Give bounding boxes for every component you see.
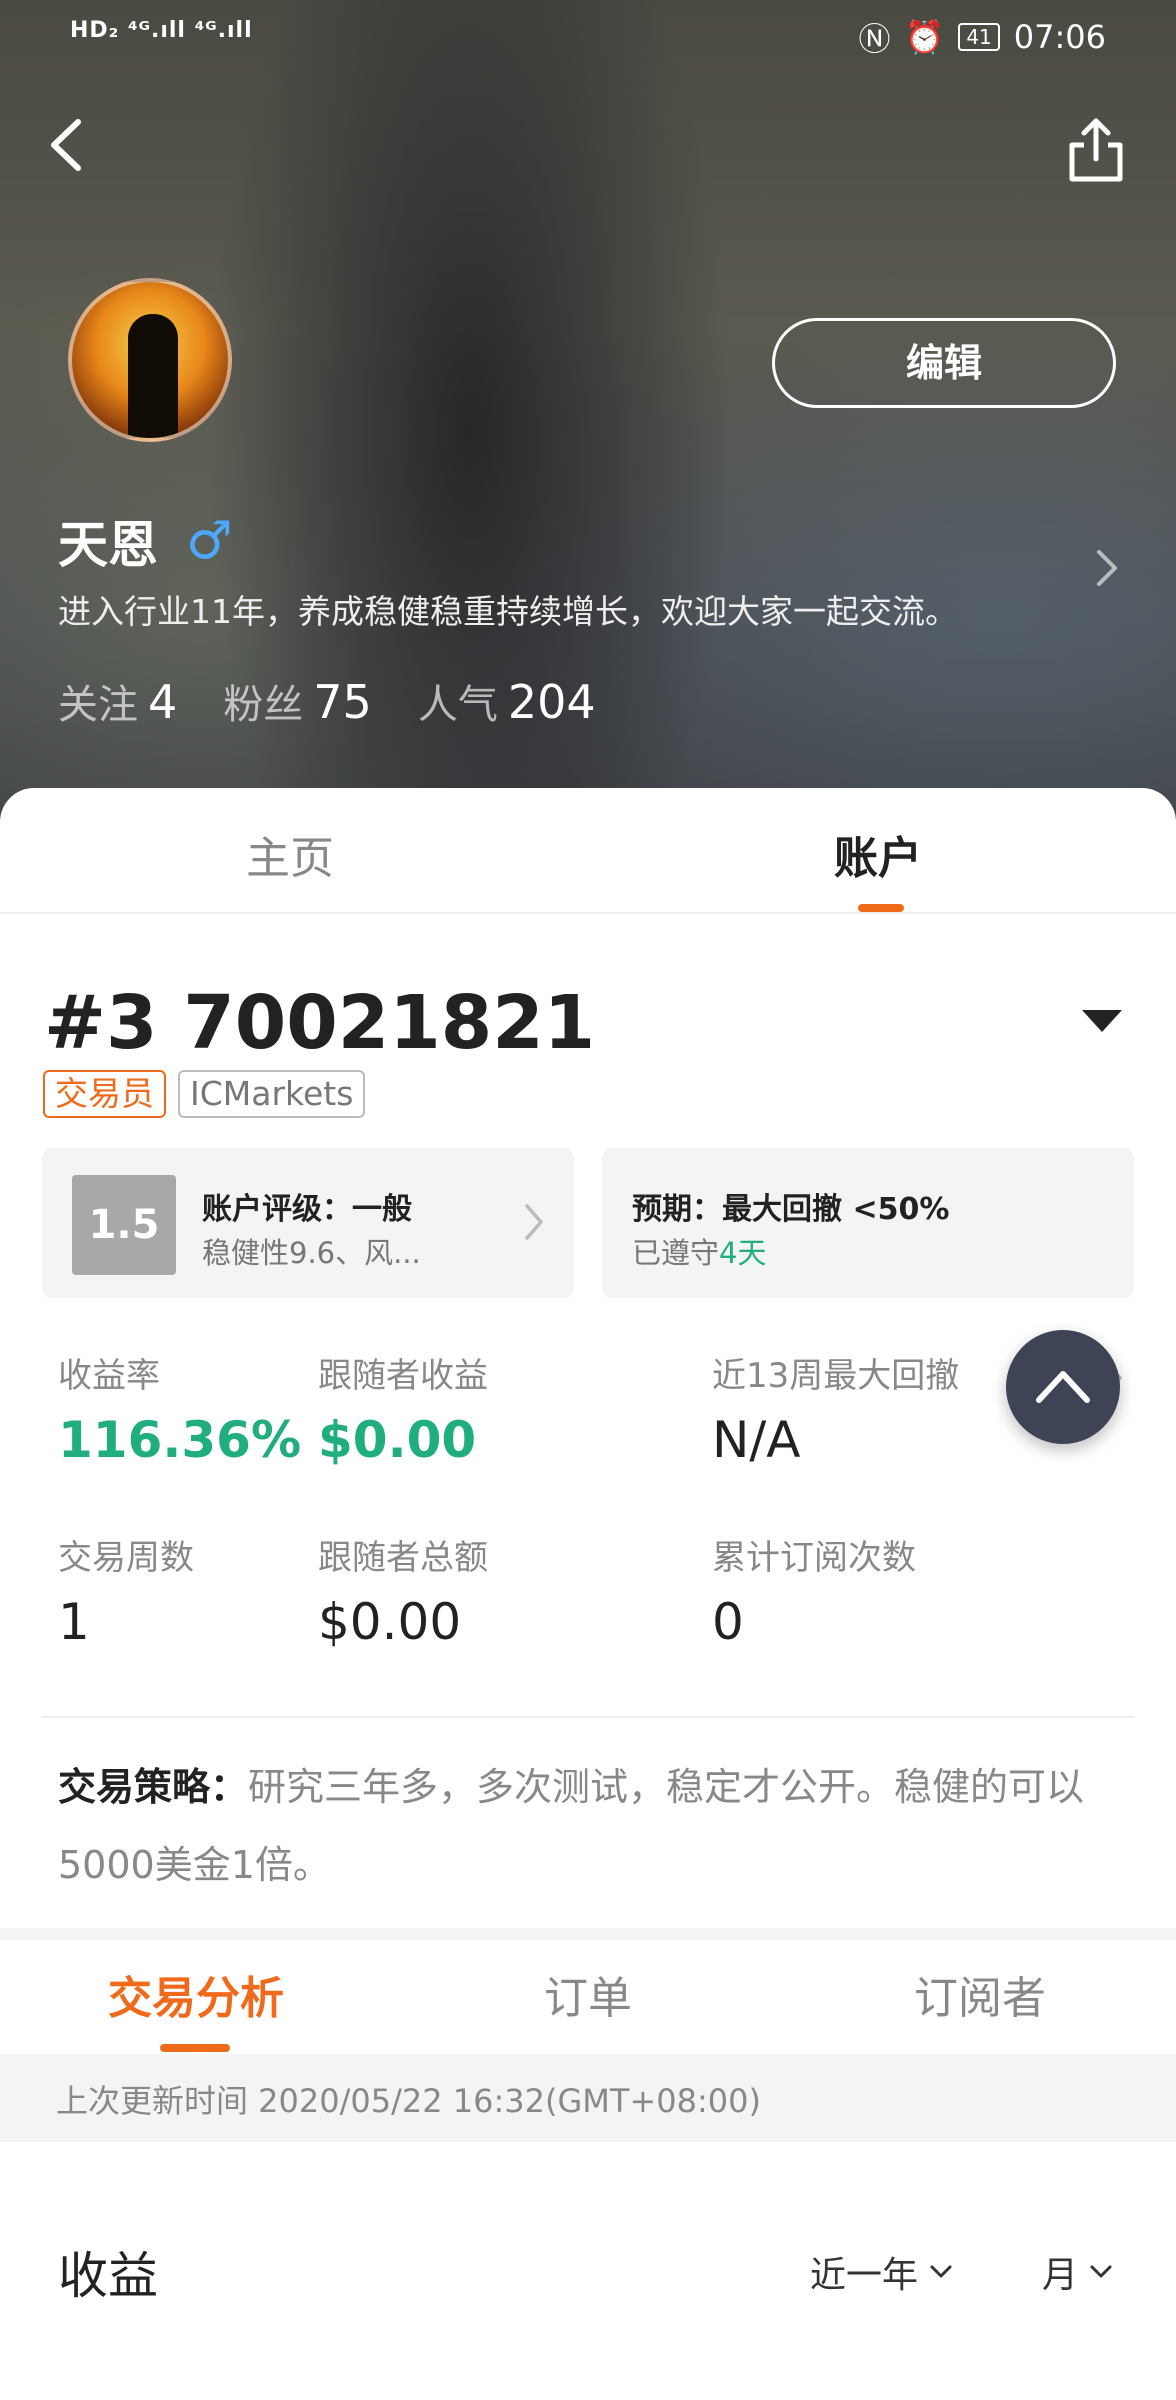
broker-tag: ICMarkets <box>178 1070 366 1118</box>
edit-profile-button[interactable]: 编辑 <box>772 318 1116 408</box>
expectation-title: 预期：最大回撤 <50% <box>632 1192 950 1227</box>
metric-trading-weeks: 交易周数 1 <box>58 1538 194 1651</box>
share-icon <box>1069 118 1123 182</box>
metric-follower-profit: 跟随者收益 $0.00 <box>318 1356 488 1469</box>
tab-account[interactable]: 账户 <box>834 822 922 886</box>
rating-subtitle: 稳健性9.6、风... <box>202 1236 421 1270</box>
rating-title: 账户评级：一般 <box>202 1192 412 1227</box>
battery-icon: 41 <box>958 23 1000 51</box>
status-bar: HD₂ ⁴ᴳ.ıll ⁴ᴳ.ıll Ⓝ ⏰ 41 07:06 <box>0 0 1176 70</box>
chevron-left-icon <box>51 119 81 171</box>
metric-subscription-count: 累计订阅次数 0 <box>712 1538 916 1651</box>
tab-home[interactable]: 主页 <box>246 822 334 886</box>
signal-indicator: HD₂ ⁴ᴳ.ıll ⁴ᴳ.ıll <box>70 18 253 43</box>
chevron-right-icon <box>522 1196 546 1248</box>
profile-header-background: HD₂ ⁴ᴳ.ıll ⁴ᴳ.ıll Ⓝ ⏰ 41 07:06 编辑 天恩 ♂ 进… <box>0 0 1176 820</box>
account-title: #3 70021821 <box>44 980 596 1066</box>
last-update-time: 上次更新时间 2020/05/22 16:32(GMT+08:00) <box>56 2082 761 2120</box>
rating-card[interactable]: 1.5 账户评级：一般 稳健性9.6、风... <box>42 1148 574 1298</box>
profile-detail-button[interactable] <box>1091 538 1121 598</box>
popularity-stat: 人气 204 <box>417 675 596 729</box>
rating-score: 1.5 <box>72 1175 176 1275</box>
gender-male-icon: ♂ <box>186 511 233 571</box>
caret-down-icon[interactable] <box>1082 1010 1122 1032</box>
unit-filter-dropdown[interactable]: 月 <box>1042 2246 1114 2298</box>
expectation-card: 预期：最大回撤 <50% 已遵守4天 <box>602 1148 1134 1298</box>
chevron-down-icon <box>1090 2265 1112 2278</box>
chevron-up-icon <box>1036 1371 1090 1403</box>
scroll-to-top-button[interactable] <box>1006 1330 1120 1444</box>
metric-return-rate: 收益率 116.36% <box>58 1356 302 1469</box>
trading-strategy: 交易策略：研究三年多，多次测试，稳定才公开。稳健的可以5000美金1倍。 <box>58 1765 1085 1887</box>
period-filter-dropdown[interactable]: 近一年 <box>810 2246 954 2298</box>
profit-section-title: 收益 <box>58 2247 158 2305</box>
active-tab-indicator <box>858 904 904 912</box>
share-button[interactable] <box>1066 115 1126 185</box>
main-tabs: 主页 账户 <box>0 788 1176 914</box>
trader-tag: 交易员 <box>43 1070 166 1118</box>
clock: 07:06 <box>1013 18 1106 56</box>
content-sheet: 主页 账户 #3 70021821 交易员 ICMarkets 1.5 账户评级… <box>0 788 1176 2400</box>
profile-stats: 关注 4 粉丝 75 人气 204 <box>58 672 596 730</box>
alarm-icon: ⏰ <box>904 18 945 56</box>
metric-follower-total: 跟随者总额 $0.00 <box>318 1538 488 1651</box>
divider <box>42 1716 1134 1718</box>
section-gap <box>0 1928 1176 1940</box>
tab-trade-analysis[interactable]: 交易分析 <box>108 1962 284 2026</box>
update-time-bar: 上次更新时间 2020/05/22 16:32(GMT+08:00) <box>0 2054 1176 2142</box>
active-subtab-indicator <box>160 2044 230 2052</box>
chevron-down-icon <box>930 2265 952 2278</box>
user-bio[interactable]: 进入行业11年，养成稳健稳重持续增长，欢迎大家一起交流。 <box>58 585 958 633</box>
metric-max-drawdown: 近13周最大回撤 N/A <box>712 1356 960 1469</box>
chevron-right-icon <box>1097 550 1117 586</box>
expectation-subtitle: 已遵守4天 <box>632 1236 767 1270</box>
analysis-tabs: 交易分析 订单 订阅者 <box>0 1940 1176 2044</box>
avatar[interactable] <box>68 278 232 442</box>
tab-orders[interactable]: 订单 <box>544 1962 632 2026</box>
back-button[interactable] <box>40 110 100 180</box>
followers-stat[interactable]: 粉丝 75 <box>223 672 372 730</box>
nfc-icon: Ⓝ <box>858 20 891 58</box>
user-name: 天恩 <box>58 516 158 574</box>
tab-subscribers[interactable]: 订阅者 <box>914 1962 1046 2026</box>
following-stat[interactable]: 关注 4 <box>58 672 177 730</box>
